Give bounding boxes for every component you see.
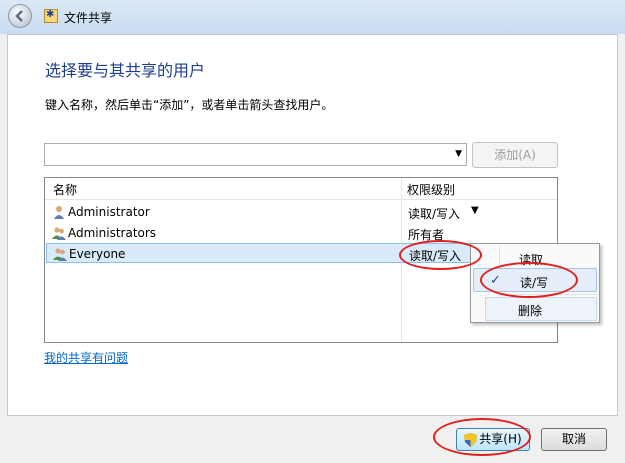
uac-shield-icon: [464, 432, 478, 447]
checkmark-icon: ✓: [490, 273, 501, 288]
instruction-text: 键入名称，然后单击“添加”，或者单击箭头查找用户。: [45, 98, 334, 112]
list-header: 名称 权限级别: [45, 178, 557, 200]
user-name: Administrator: [68, 205, 150, 219]
add-button[interactable]: 添加(A): [472, 142, 558, 168]
menu-item-remove[interactable]: 删除: [485, 297, 597, 321]
cancel-button[interactable]: 取消: [541, 428, 607, 451]
title-bar: ✱ 文件共享: [0, 0, 625, 34]
file-sharing-icon: ✱: [44, 9, 58, 23]
group-icon: [52, 227, 66, 240]
share-button-label: 共享(H): [479, 432, 522, 446]
sharing-help-link[interactable]: 我的共享有问题: [44, 349, 128, 366]
permission-level[interactable]: 读取/写入: [409, 247, 461, 264]
group-icon: [53, 248, 67, 261]
share-button[interactable]: 共享(H): [456, 428, 530, 451]
list-row-administrator[interactable]: Administrator 读取/写入 ▼: [46, 202, 556, 222]
page-title: 选择要与其共享的用户: [45, 61, 206, 80]
menu-item-read[interactable]: 读取: [473, 246, 597, 270]
menu-item-label: 读/写: [520, 276, 549, 290]
permission-context-menu: 读取 ✓ 读/写 删除: [470, 243, 600, 323]
column-header-name[interactable]: 名称: [53, 181, 77, 198]
permission-level: 所有者: [408, 228, 445, 242]
menu-item-label: 删除: [518, 304, 543, 318]
permission-dropdown-icon[interactable]: ▼: [471, 205, 479, 216]
window-title: 文件共享: [64, 11, 113, 25]
permission-level[interactable]: 读取/写入: [408, 205, 460, 222]
back-arrow-icon: [15, 10, 23, 22]
main-panel: 选择要与其共享的用户 键入名称，然后单击“添加”，或者单击箭头查找用户。 ▼ 添…: [7, 34, 618, 416]
menu-item-label: 读取: [519, 253, 544, 267]
back-button[interactable]: [8, 4, 32, 28]
menu-item-read-write[interactable]: ✓ 读/写: [473, 268, 597, 292]
user-name: Administrators: [68, 226, 157, 240]
column-header-permission[interactable]: 权限级别: [407, 181, 455, 198]
user-name-combobox[interactable]: ▼: [44, 143, 467, 166]
menu-separator: [501, 294, 597, 295]
dropdown-arrow-icon[interactable]: ▼: [455, 149, 462, 159]
list-row-administrators[interactable]: Administrators 所有者: [46, 223, 556, 243]
user-name: Everyone: [69, 247, 126, 261]
user-icon: [54, 206, 64, 219]
